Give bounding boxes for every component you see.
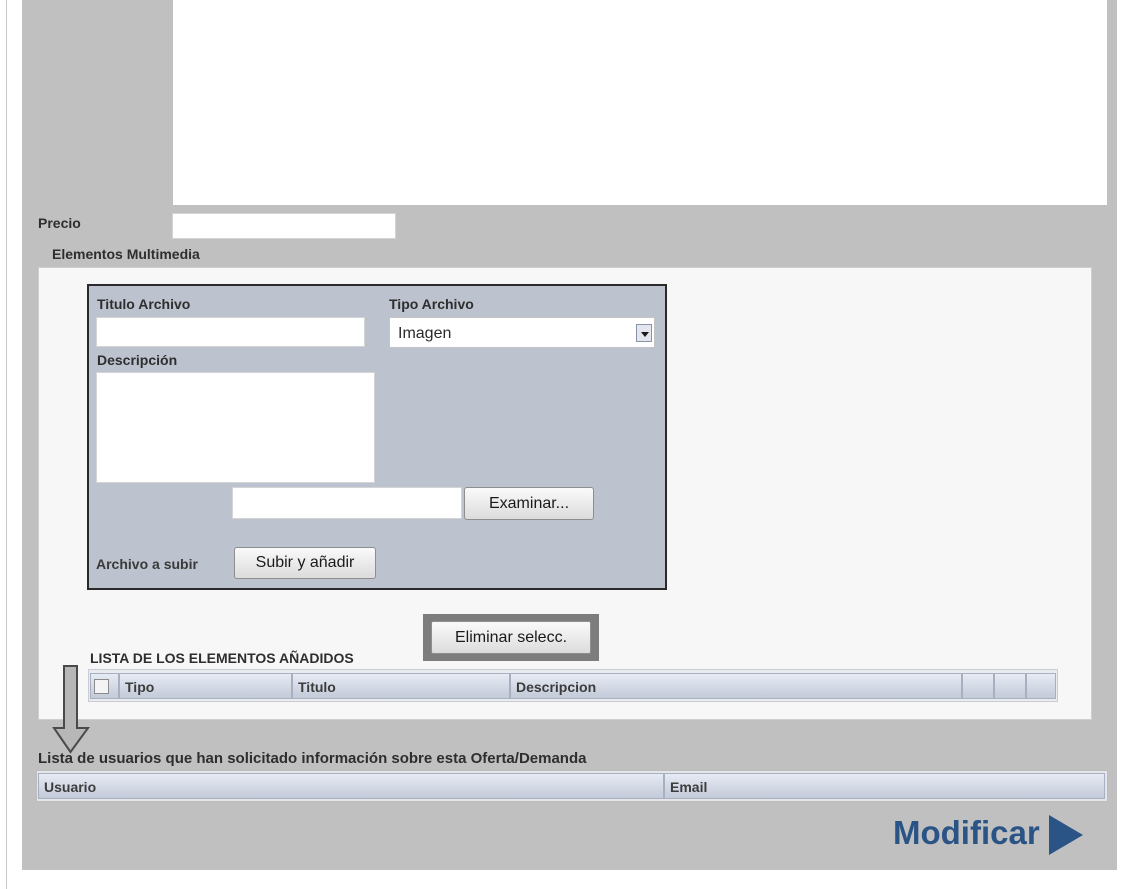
precio-input[interactable]: [172, 213, 396, 239]
descripcion-textarea[interactable]: [96, 372, 375, 483]
select-all-checkbox[interactable]: [94, 679, 109, 694]
description-textarea[interactable]: [173, 0, 1107, 205]
chevron-down-icon[interactable]: [636, 324, 652, 342]
eliminar-selecc-button[interactable]: Eliminar selecc.: [431, 621, 591, 654]
precio-label: Precio: [38, 215, 81, 231]
tipo-archivo-select[interactable]: Imagen: [389, 317, 655, 348]
column-usuario[interactable]: Usuario: [38, 773, 664, 799]
titulo-archivo-label: Titulo Archivo: [97, 296, 191, 312]
column-titulo[interactable]: Titulo: [292, 673, 510, 699]
column-descripcion[interactable]: Descripcion: [510, 673, 962, 699]
page-frame-border: [6, 0, 7, 889]
column-action-2[interactable]: [994, 673, 1026, 699]
file-path-input[interactable]: [232, 487, 462, 519]
tipo-archivo-label: Tipo Archivo: [389, 296, 474, 312]
descripcion-label: Descripción: [97, 352, 178, 368]
modificar-button[interactable]: Modificar: [893, 814, 1040, 852]
lista-elementos-title: LISTA DE LOS ELEMENTOS AÑADIDOS: [90, 650, 354, 666]
titulo-archivo-input[interactable]: [96, 317, 365, 347]
column-action-1[interactable]: [962, 673, 994, 699]
modificar-label: Modificar: [893, 814, 1040, 851]
subir-anadir-button[interactable]: Subir y añadir: [234, 547, 376, 579]
usuarios-list-title: Lista de usuarios que han solicitado inf…: [38, 750, 587, 767]
examinar-button[interactable]: Examinar...: [464, 487, 594, 520]
multimedia-legend: Elementos Multimedia: [52, 246, 200, 262]
play-arrow-icon[interactable]: [1049, 815, 1083, 855]
archivo-a-subir-label: Archivo a subir: [96, 556, 198, 572]
tipo-archivo-selected: Imagen: [398, 325, 452, 342]
column-action-3[interactable]: [1026, 673, 1056, 699]
column-email[interactable]: Email: [664, 773, 1105, 799]
down-arrow-icon: [52, 665, 90, 754]
column-tipo[interactable]: Tipo: [119, 673, 292, 699]
